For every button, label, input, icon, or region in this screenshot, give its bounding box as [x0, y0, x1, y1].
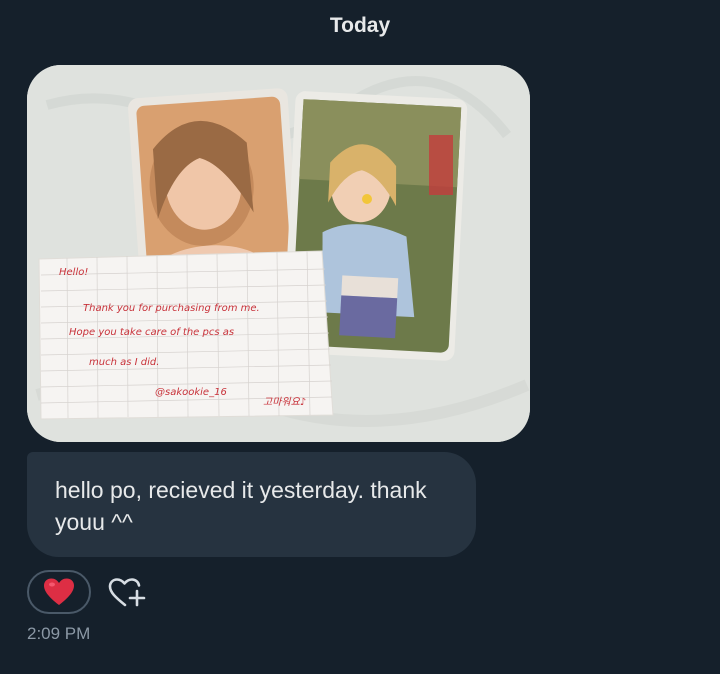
photo-attachment[interactable]: Hello! Thank you for purchasing from me.… [27, 65, 530, 442]
heart-plus-icon [108, 578, 146, 607]
note-line-hope: Hope you take care of the pcs as [69, 327, 234, 338]
note-line-thanks: Thank you for purchasing from me. [83, 303, 260, 314]
heart-icon [44, 578, 74, 605]
message-bubble[interactable]: hello po, recieved it yesterday. thank y… [27, 452, 476, 557]
note-line-much: much as I did. [89, 357, 159, 368]
note-signature: 고마워요♪ [263, 396, 306, 408]
note-line-handle: @sakookie_16 [155, 387, 227, 398]
add-reaction-button[interactable] [107, 574, 147, 612]
day-divider: Today [329, 14, 391, 37]
photo-image: Hello! Thank you for purchasing from me.… [27, 65, 530, 442]
note-line-greeting: Hello! [59, 267, 88, 278]
handwritten-note: Hello! Thank you for purchasing from me.… [38, 250, 334, 420]
message-text: hello po, recieved it yesterday. thank y… [55, 477, 427, 535]
reaction-heart-button[interactable] [27, 570, 91, 614]
message-timestamp: 2:09 PM [27, 624, 91, 643]
